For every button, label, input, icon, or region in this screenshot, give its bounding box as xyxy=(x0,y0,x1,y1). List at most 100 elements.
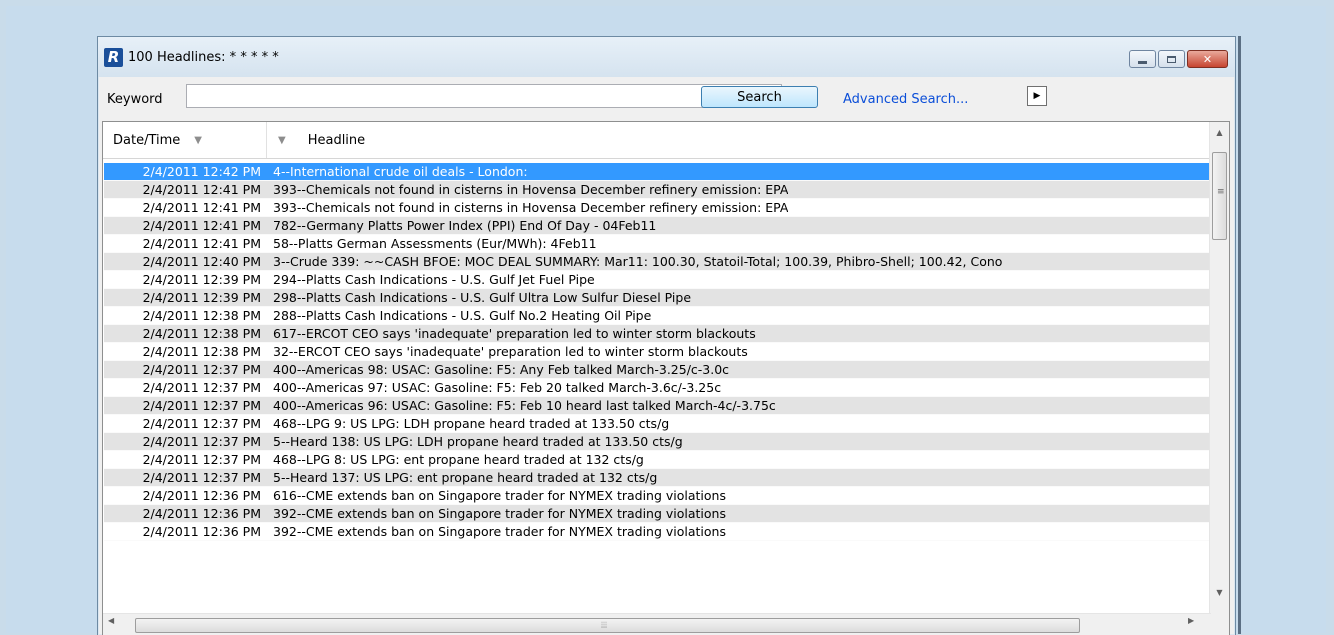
keyword-input[interactable] xyxy=(186,84,782,108)
table-row[interactable]: 2/4/2011 12:37 PM 400--Americas 97: USAC:… xyxy=(104,379,1210,397)
datetime-cell: 2/4/2011 12:37 PM xyxy=(142,434,261,449)
headline-cell: 5--Heard 138: US LPG: LDH propane heard … xyxy=(273,434,683,449)
table-row[interactable]: 2/4/2011 12:37 PM 468--LPG 8: US LPG: ent… xyxy=(104,451,1210,469)
headlines-grid: Date/Time ▼ ▼ Headline 2/4/2011 12:42 PM… xyxy=(102,121,1230,635)
scroll-left-icon[interactable]: ◀ xyxy=(108,616,114,625)
advanced-search-link[interactable]: Advanced Search... xyxy=(843,92,968,107)
headline-cell: 393--Chemicals not found in cisterns in … xyxy=(273,182,789,197)
horizontal-scrollbar[interactable]: ◀ ⦙⦙⦙ ▶ xyxy=(103,613,1211,635)
headline-cell: 298--Platts Cash Indications - U.S. Gulf… xyxy=(273,290,692,305)
maximize-icon xyxy=(1167,55,1176,63)
headline-cell: 58--Platts German Assessments (Eur/MWh):… xyxy=(273,236,597,251)
table-row[interactable]: 2/4/2011 12:40 PM 3--Crude 339: ~~CASH BF… xyxy=(104,253,1210,271)
horizontal-scroll-thumb[interactable]: ⦙⦙⦙ xyxy=(135,618,1080,633)
table-row[interactable]: 2/4/2011 12:38 PM 32--ERCOT CEO says 'ina… xyxy=(104,343,1210,361)
title-bar[interactable]: R 100 Headlines: * * * * * ✕ xyxy=(98,37,1235,77)
grip-icon: ⦙⦙⦙ xyxy=(601,621,608,631)
headline-cell: 400--Americas 98: USAC: Gasoline: F5: An… xyxy=(273,362,730,377)
scroll-up-icon[interactable]: ▲ xyxy=(1210,124,1229,141)
column-header-headline[interactable]: ▼ Headline xyxy=(268,122,1208,158)
table-row[interactable]: 2/4/2011 12:37 PM 400--Americas 96: USAC:… xyxy=(104,397,1210,415)
headline-cell: 782--Germany Platts Power Index (PPI) En… xyxy=(273,218,657,233)
scroll-down-icon[interactable]: ▼ xyxy=(1210,584,1229,601)
datetime-cell: 2/4/2011 12:36 PM xyxy=(142,524,261,539)
datetime-cell: 2/4/2011 12:38 PM xyxy=(142,344,261,359)
headline-cell: 617--ERCOT CEO says 'inadequate' prepara… xyxy=(273,326,756,341)
play-arrow-icon: ▶ xyxy=(1033,91,1041,101)
table-row[interactable]: 2/4/2011 12:36 PM 616--CME extends ban on… xyxy=(104,487,1210,505)
datetime-cell: 2/4/2011 12:37 PM xyxy=(142,416,261,431)
column-header-label: Headline xyxy=(307,132,366,148)
table-row[interactable]: 2/4/2011 12:39 PM 294--Platts Cash Indica… xyxy=(104,271,1210,289)
headline-cell: 5--Heard 137: US LPG: ent propane heard … xyxy=(273,470,658,485)
headline-cell: 468--LPG 8: US LPG: ent propane heard tr… xyxy=(273,452,644,467)
datetime-cell: 2/4/2011 12:41 PM xyxy=(142,182,261,197)
table-row[interactable]: 2/4/2011 12:37 PM 468--LPG 9: US LPG: LDH… xyxy=(104,415,1210,433)
headline-cell: 392--CME extends ban on Singapore trader… xyxy=(273,506,726,521)
table-row[interactable]: 2/4/2011 12:37 PM 5--Heard 138: US LPG: L… xyxy=(104,433,1210,451)
datetime-cell: 2/4/2011 12:36 PM xyxy=(142,488,261,503)
datetime-cell: 2/4/2011 12:37 PM xyxy=(142,362,261,377)
datetime-cell: 2/4/2011 12:39 PM xyxy=(142,272,261,287)
table-row[interactable]: 2/4/2011 12:41 PM 58--Platts German Asses… xyxy=(104,235,1210,253)
table-row[interactable]: 2/4/2011 12:41 PM 782--Germany Platts Pow… xyxy=(104,217,1210,235)
column-header-datetime[interactable]: Date/Time ▼ xyxy=(103,122,267,158)
sort-down-icon[interactable]: ▼ xyxy=(278,135,286,146)
datetime-cell: 2/4/2011 12:41 PM xyxy=(142,200,261,215)
table-row[interactable]: 2/4/2011 12:37 PM 400--Americas 98: USAC:… xyxy=(104,361,1210,379)
table-row[interactable]: 2/4/2011 12:42 PM 4--International crude … xyxy=(104,163,1210,181)
window-title: 100 Headlines: * * * * * xyxy=(128,50,279,65)
window-edge xyxy=(1238,36,1241,634)
headline-cell: 616--CME extends ban on Singapore trader… xyxy=(273,488,726,503)
expand-arrow-button[interactable]: ▶ xyxy=(1027,86,1047,106)
headline-cell: 4--International crude oil deals - Londo… xyxy=(273,164,528,179)
headlines-window: R 100 Headlines: * * * * * ✕ Keyword Sea… xyxy=(97,36,1236,635)
datetime-cell: 2/4/2011 12:37 PM xyxy=(142,452,261,467)
headline-cell: 294--Platts Cash Indications - U.S. Gulf… xyxy=(273,272,595,287)
grid-header: Date/Time ▼ ▼ Headline xyxy=(103,122,1211,159)
table-row[interactable]: 2/4/2011 12:38 PM 617--ERCOT CEO says 'in… xyxy=(104,325,1210,343)
table-row[interactable]: 2/4/2011 12:37 PM 5--Heard 137: US LPG: e… xyxy=(104,469,1210,487)
headline-cell: 468--LPG 9: US LPG: LDH propane heard tr… xyxy=(273,416,670,431)
table-row[interactable]: 2/4/2011 12:41 PM 393--Chemicals not foun… xyxy=(104,181,1210,199)
keyword-label: Keyword xyxy=(107,92,163,107)
datetime-cell: 2/4/2011 12:39 PM xyxy=(142,290,261,305)
close-icon: ✕ xyxy=(1202,52,1213,66)
window-controls: ✕ xyxy=(1129,50,1228,68)
vertical-scrollbar[interactable]: ▲ ≡ ▼ xyxy=(1209,122,1229,635)
datetime-cell: 2/4/2011 12:40 PM xyxy=(142,254,261,269)
app-logo-icon: R xyxy=(104,48,123,67)
headline-cell: 32--ERCOT CEO says 'inadequate' preparat… xyxy=(273,344,748,359)
vertical-scroll-thumb[interactable]: ≡ xyxy=(1212,152,1227,240)
headline-cell: 392--CME extends ban on Singapore trader… xyxy=(273,524,726,539)
search-button[interactable]: Search xyxy=(701,86,818,108)
close-button[interactable]: ✕ xyxy=(1187,50,1228,68)
datetime-cell: 2/4/2011 12:42 PM xyxy=(142,164,261,179)
datetime-cell: 2/4/2011 12:38 PM xyxy=(142,326,261,341)
headline-cell: 393--Chemicals not found in cisterns in … xyxy=(273,200,789,215)
datetime-cell: 2/4/2011 12:41 PM xyxy=(142,236,261,251)
table-row[interactable]: 2/4/2011 12:36 PM 392--CME extends ban on… xyxy=(104,523,1210,541)
datetime-cell: 2/4/2011 12:41 PM xyxy=(142,218,261,233)
headline-cell: 3--Crude 339: ~~CASH BFOE: MOC DEAL SUMM… xyxy=(273,254,1003,269)
datetime-cell: 2/4/2011 12:37 PM xyxy=(142,398,261,413)
datetime-cell: 2/4/2011 12:37 PM xyxy=(142,380,261,395)
grip-icon: ≡ xyxy=(1217,187,1225,197)
datetime-cell: 2/4/2011 12:38 PM xyxy=(142,308,261,323)
scroll-right-icon[interactable]: ▶ xyxy=(1188,616,1194,625)
table-row[interactable]: 2/4/2011 12:38 PM 288--Platts Cash Indica… xyxy=(104,307,1210,325)
datetime-cell: 2/4/2011 12:36 PM xyxy=(142,506,261,521)
headline-cell: 288--Platts Cash Indications - U.S. Gulf… xyxy=(273,308,652,323)
maximize-button[interactable] xyxy=(1158,50,1185,68)
table-row[interactable]: 2/4/2011 12:36 PM 392--CME extends ban on… xyxy=(104,505,1210,523)
table-row[interactable]: 2/4/2011 12:39 PM 298--Platts Cash Indica… xyxy=(104,289,1210,307)
table-row[interactable]: 2/4/2011 12:41 PM 393--Chemicals not foun… xyxy=(104,199,1210,217)
minimize-icon xyxy=(1138,60,1147,64)
grid-rows: 2/4/2011 12:42 PM 4--International crude … xyxy=(104,163,1210,541)
minimize-button[interactable] xyxy=(1129,50,1156,68)
search-toolbar: Keyword Search Advanced Search... ▶ xyxy=(98,79,1235,115)
headline-cell: 400--Americas 97: USAC: Gasoline: F5: Fe… xyxy=(273,380,722,395)
sort-down-icon[interactable]: ▼ xyxy=(194,135,202,146)
headline-cell: 400--Americas 96: USAC: Gasoline: F5: Fe… xyxy=(273,398,776,413)
column-header-label: Date/Time xyxy=(113,132,181,148)
